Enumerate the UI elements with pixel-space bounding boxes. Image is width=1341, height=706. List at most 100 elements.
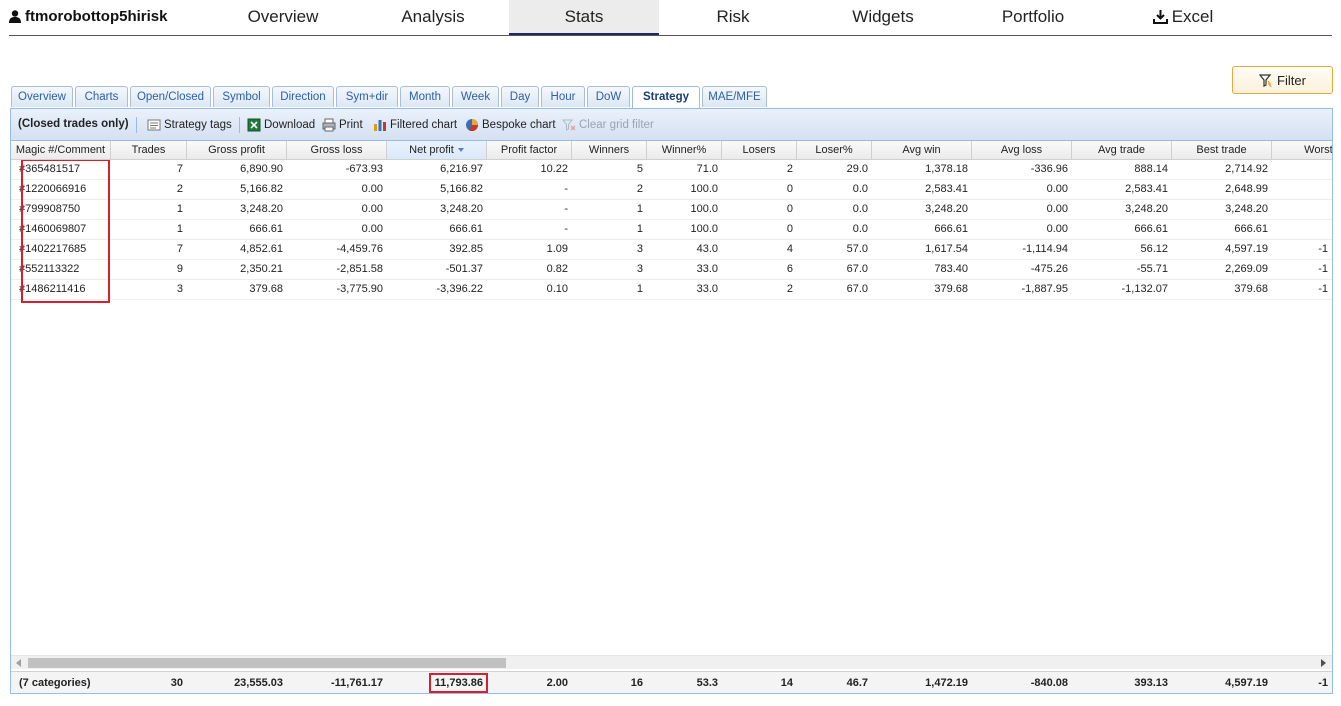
cell-profit-factor: 1.09: [546, 243, 568, 255]
download-button[interactable]: Download: [247, 118, 315, 132]
cell-winner-pct: 100.0: [690, 203, 718, 215]
cell-loser-pct: 0.0: [852, 183, 868, 195]
col-header-loser-pct[interactable]: Loser%: [797, 141, 872, 159]
cell-best-trade: 2,269.09: [1225, 263, 1268, 275]
scroll-left-icon[interactable]: [16, 659, 21, 667]
horizontal-scrollbar[interactable]: [11, 655, 1332, 669]
print-button[interactable]: Print: [322, 118, 363, 132]
table-row[interactable]: #1460069807 1 666.61 0.00 666.61 - 1 100…: [11, 220, 1332, 240]
scrollbar-thumb[interactable]: [28, 658, 506, 668]
subtab-mae-mfe[interactable]: MAE/MFE: [702, 86, 767, 107]
cell-avg-trade: 888.14: [1134, 163, 1168, 175]
cell-trades: 7: [176, 243, 183, 255]
col-header-gross-loss[interactable]: Gross loss: [287, 141, 387, 159]
col-header-avg-trade[interactable]: Avg trade: [1072, 141, 1172, 159]
table-row[interactable]: #552113322 9 2,350.21 -2,851.58 -501.37 …: [11, 260, 1332, 280]
nav-excel[interactable]: Excel: [1113, 0, 1253, 35]
table-row[interactable]: #1486211416 3 379.68 -3,775.90 -3,396.22…: [11, 280, 1332, 300]
table-row[interactable]: #799908750 1 3,248.20 0.00 3,248.20 - 1 …: [11, 200, 1332, 220]
strategy-tags-button[interactable]: Strategy tags: [147, 118, 232, 132]
table-row[interactable]: #365481517 7 6,890.90 -673.93 6,216.97 1…: [11, 160, 1332, 180]
bespoke-chart-button[interactable]: Bespoke chart: [465, 118, 556, 132]
subtab-month[interactable]: Month: [400, 86, 450, 107]
cell-winner-pct: 33.0: [696, 263, 718, 275]
user-icon: [9, 10, 21, 23]
cell-gross-loss: -4,459.76: [336, 243, 383, 255]
col-header-best-trade[interactable]: Best trade: [1172, 141, 1272, 159]
table-row[interactable]: #1402217685 7 4,852.61 -4,459.76 392.85 …: [11, 240, 1332, 260]
cell-worst-trade: -1: [1318, 263, 1328, 275]
cell-avg-win: 783.40: [934, 263, 968, 275]
filtered-chart-button[interactable]: Filtered chart: [373, 118, 457, 132]
col-header-winners[interactable]: Winners: [572, 141, 647, 159]
subtab-overview[interactable]: Overview: [11, 86, 73, 107]
nav-overview[interactable]: Overview: [213, 0, 353, 35]
filter-icon: [1259, 73, 1272, 87]
total-trades: 30: [170, 677, 183, 689]
total-losers: 14: [780, 677, 793, 689]
clear-grid-filter-button[interactable]: Clear grid filter: [562, 118, 654, 132]
cell-trades: 1: [176, 203, 183, 215]
table-row[interactable]: #1220066916 2 5,166.82 0.00 5,166.82 - 2…: [11, 180, 1332, 200]
cell-best-trade: 666.61: [1234, 223, 1268, 235]
col-header-profit-factor[interactable]: Profit factor: [487, 141, 572, 159]
tag-list-icon: [147, 119, 161, 131]
nav-stats[interactable]: Stats: [509, 0, 659, 35]
subtab-week[interactable]: Week: [452, 86, 499, 107]
cell-profit-factor: -: [564, 203, 568, 215]
subtab-strategy[interactable]: Strategy: [632, 86, 700, 109]
subtab-dow[interactable]: DoW: [587, 86, 630, 107]
col-header-net-profit[interactable]: Net profit: [387, 141, 487, 159]
nav-widgets[interactable]: Widgets: [813, 0, 953, 35]
cell-losers: 2: [786, 163, 793, 175]
col-header-winner-pct[interactable]: Winner%: [647, 141, 722, 159]
cell-net-profit: -3,396.22: [436, 283, 483, 295]
subtab-day[interactable]: Day: [501, 86, 539, 107]
nav-risk[interactable]: Risk: [663, 0, 803, 35]
subtab-symbol[interactable]: Symbol: [213, 86, 270, 107]
cell-worst-trade: [1272, 180, 1332, 199]
cell-winner-pct: 33.0: [696, 283, 718, 295]
filter-button[interactable]: Filter: [1232, 66, 1333, 94]
nav-analysis[interactable]: Analysis: [363, 0, 503, 35]
cell-gross-loss: -2,851.58: [336, 263, 383, 275]
cell-gross-loss: 0.00: [361, 223, 383, 235]
cell-avg-loss: -336.96: [1030, 163, 1068, 175]
cell-best-trade: 4,597.19: [1225, 243, 1268, 255]
cell-loser-pct: 0.0: [852, 223, 868, 235]
col-header-magic[interactable]: Magic #/Comment: [11, 141, 111, 159]
cell-winners: 3: [636, 263, 643, 275]
cell-avg-win: 2,583.41: [925, 183, 968, 195]
subtab-sym-dir[interactable]: Sym+dir: [336, 86, 398, 107]
col-header-worst-trade[interactable]: Worst t: [1272, 141, 1332, 159]
col-header-avg-loss[interactable]: Avg loss: [972, 141, 1072, 159]
cell-avg-win: 3,248.20: [925, 203, 968, 215]
col-header-trades[interactable]: Trades: [111, 141, 187, 159]
cell-worst-trade: -1: [1318, 243, 1328, 255]
subtab-direction[interactable]: Direction: [272, 86, 334, 107]
cell-net-profit: -501.37: [445, 263, 483, 275]
cell-trades: 2: [176, 183, 183, 195]
cell-worst-trade: [1272, 160, 1332, 179]
cell-loser-pct: 29.0: [846, 163, 868, 175]
cell-loser-pct: 0.0: [852, 203, 868, 215]
magic-column-highlight: [21, 160, 110, 303]
col-header-avg-win[interactable]: Avg win: [872, 141, 972, 159]
total-winner-pct: 53.3: [696, 677, 718, 689]
top-navigation: ftmorobottop5hirisk Overview Analysis St…: [9, 0, 1332, 36]
total-avg-win: 1,472.19: [925, 677, 968, 689]
cell-gross-profit: 666.61: [249, 223, 283, 235]
subtab-charts[interactable]: Charts: [75, 86, 128, 107]
cell-gross-profit: 379.68: [249, 283, 283, 295]
download-icon: [1152, 10, 1168, 24]
scroll-right-icon[interactable]: [1321, 659, 1326, 667]
cell-winner-pct: 43.0: [696, 243, 718, 255]
cell-profit-factor: 10.22: [540, 163, 568, 175]
cell-avg-win: 666.61: [934, 223, 968, 235]
subtab-hour[interactable]: Hour: [541, 86, 585, 107]
nav-portfolio[interactable]: Portfolio: [963, 0, 1103, 35]
subtab-open-closed[interactable]: Open/Closed: [130, 86, 211, 107]
col-header-losers[interactable]: Losers: [722, 141, 797, 159]
col-header-gross-profit[interactable]: Gross profit: [187, 141, 287, 159]
account-name[interactable]: ftmorobottop5hirisk: [9, 8, 168, 25]
